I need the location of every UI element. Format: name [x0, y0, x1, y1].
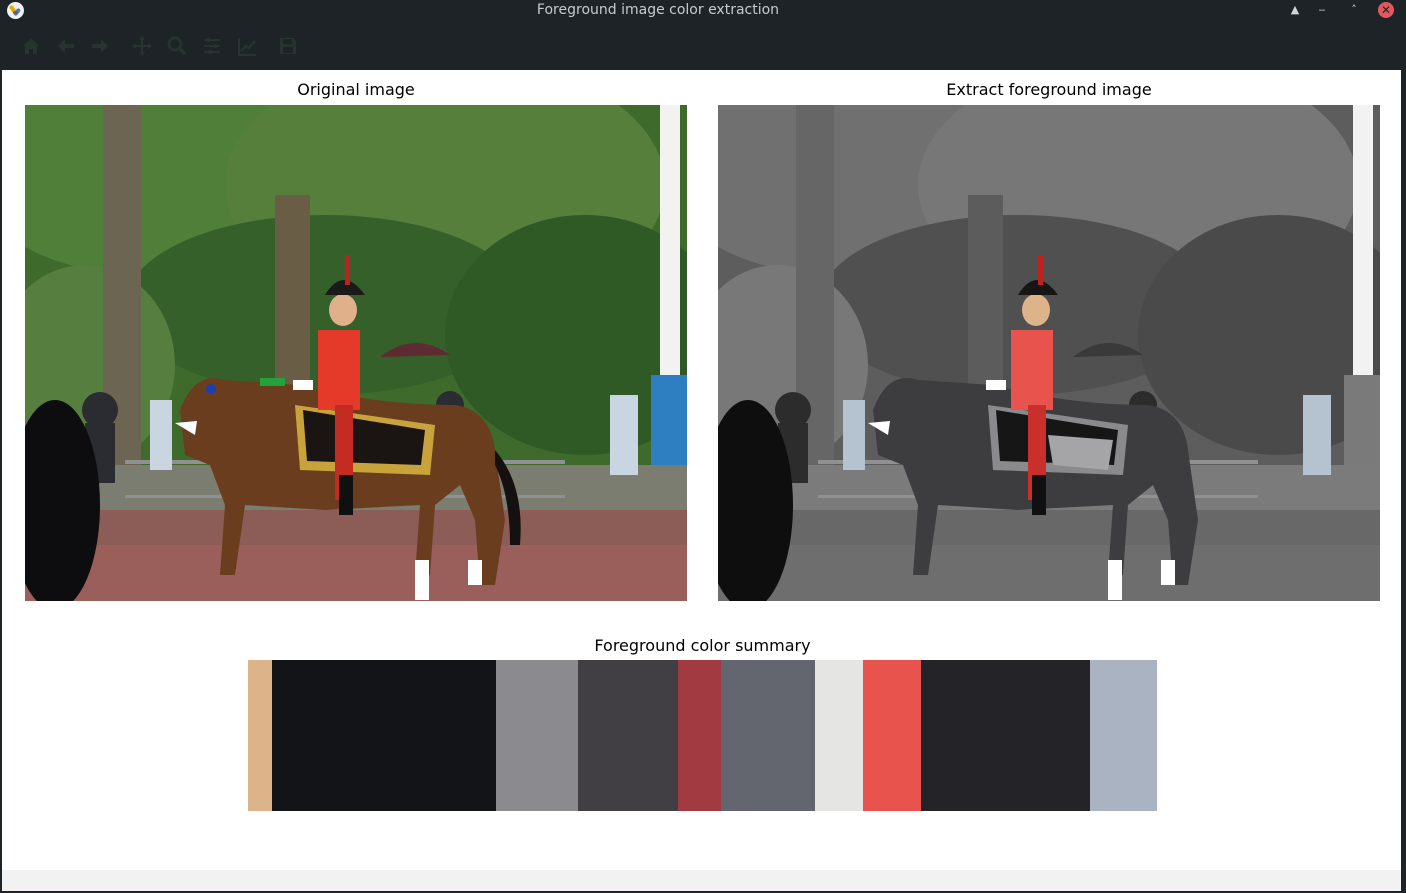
status-bar — [2, 870, 1401, 891]
color-summary-title: Foreground color summary — [594, 636, 811, 655]
window-border-right — [1401, 70, 1406, 893]
pan-move-icon[interactable] — [131, 35, 153, 57]
color-swatch-7 — [814, 660, 863, 811]
navigation-toolbar — [0, 21, 1406, 70]
forward-arrow-icon[interactable] — [89, 35, 111, 57]
color-swatch-2 — [271, 660, 496, 811]
minimize-button[interactable]: ‒ — [1313, 1, 1331, 19]
color-swatch-4 — [577, 660, 678, 811]
color-swatch-9 — [920, 660, 1090, 811]
color-summary-bar — [248, 660, 1157, 811]
original-image-title: Original image — [297, 80, 415, 99]
color-swatch-8 — [862, 660, 921, 811]
original-image — [25, 105, 687, 601]
back-arrow-icon[interactable] — [55, 35, 77, 57]
color-swatch-10 — [1089, 660, 1157, 811]
color-swatch-6 — [720, 660, 815, 811]
figure-canvas: Original image Extract foreground image — [2, 70, 1401, 870]
color-swatch-1 — [248, 660, 272, 811]
color-swatch-3 — [495, 660, 578, 811]
window-title: Foreground image color extraction — [536, 2, 780, 18]
color-swatch-5 — [677, 660, 721, 811]
shade-button[interactable]: ▲ — [1286, 1, 1304, 19]
foreground-extracted-image — [718, 105, 1380, 601]
title-bar: Foreground image color extraction ▲ ‒ ˄ … — [0, 0, 1406, 21]
close-button[interactable]: ✕ — [1378, 2, 1394, 18]
configure-subplots-icon[interactable] — [201, 35, 223, 57]
edit-axis-icon[interactable] — [236, 35, 258, 57]
save-disk-icon[interactable] — [277, 35, 299, 57]
foreground-image-title: Extract foreground image — [946, 80, 1152, 99]
maximize-button[interactable]: ˄ — [1345, 1, 1363, 19]
home-icon[interactable] — [20, 35, 42, 57]
zoom-magnifier-icon[interactable] — [166, 35, 188, 57]
